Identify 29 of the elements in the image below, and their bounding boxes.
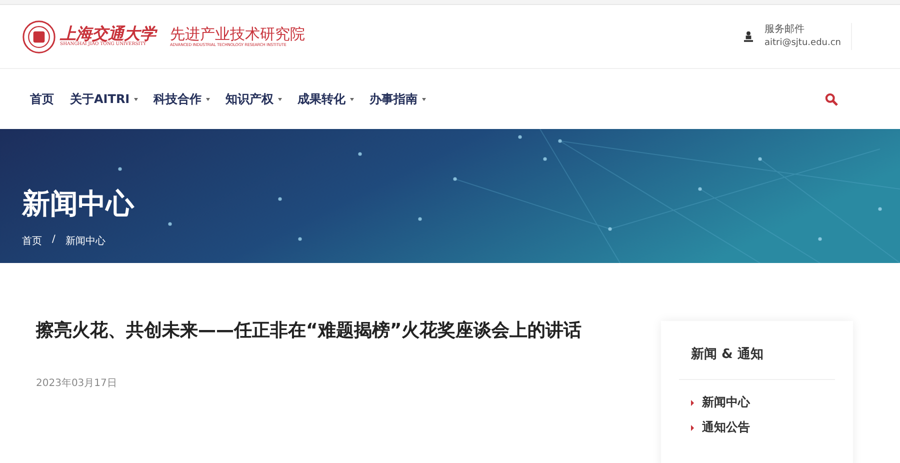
page-title: 新闻中心 (22, 186, 136, 222)
sidebar-link[interactable]: 新闻中心 (702, 394, 750, 411)
nav-item[interactable]: 办事指南 (370, 90, 426, 108)
caret-icon (422, 98, 426, 100)
nav-item[interactable]: 科技合作 (154, 90, 210, 108)
nav-item[interactable]: 成果转化 (298, 90, 354, 108)
caret-icon (134, 98, 138, 100)
nav-item[interactable]: 首页 (30, 90, 54, 108)
nav-item[interactable]: 知识产权 (226, 90, 282, 108)
caret-icon (278, 98, 282, 100)
nav-item[interactable]: 关于AITRI (70, 90, 138, 108)
institute-name: 先进产业技术研究院 (170, 26, 305, 43)
breadcrumb-separator: / (52, 234, 56, 247)
email-link[interactable]: aitri@sjtu.edu.cn (764, 37, 841, 50)
breadcrumb-link[interactable]: 新闻中心 (65, 234, 106, 248)
breadcrumb-link[interactable]: 首页 (22, 234, 42, 248)
caret-icon (691, 424, 694, 430)
sidebar-title: 新闻 & 通知 (691, 346, 764, 363)
sidebar-link[interactable]: 通知公告 (702, 419, 750, 436)
caret-icon (691, 400, 694, 406)
university-name: 上海交通大学 (60, 25, 156, 43)
university-emblem-icon (22, 20, 56, 54)
person-icon (744, 31, 752, 42)
article-date: 2023年03月17日 (36, 377, 118, 390)
caret-icon (350, 98, 354, 100)
article-title: 擦亮火花、共创未来——任正非在“难题揭榜”火花奖座谈会上的讲话 (36, 321, 583, 340)
caret-icon (206, 98, 210, 100)
contact-label: 服务邮件 (764, 23, 806, 38)
search-icon[interactable] (825, 92, 838, 106)
